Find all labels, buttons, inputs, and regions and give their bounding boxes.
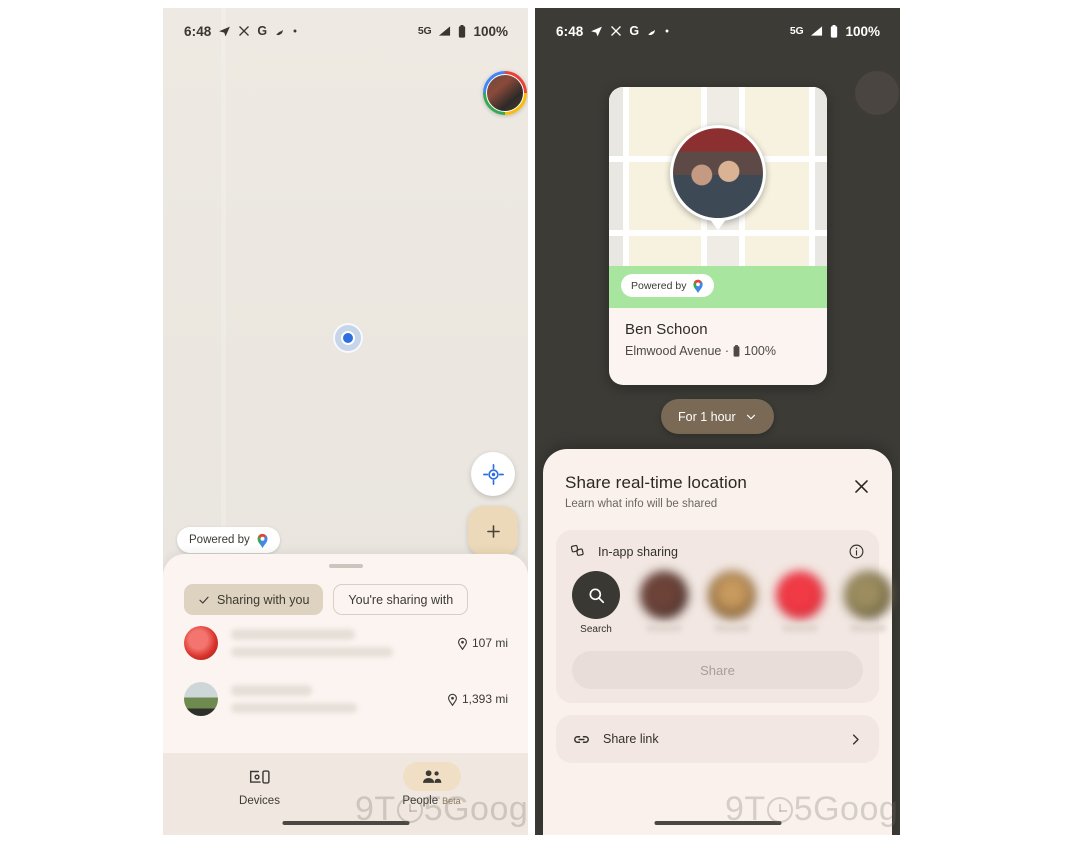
share-link-row[interactable]: Share link (556, 715, 879, 763)
in-app-sharing-card: In-app sharing Search Share (556, 530, 892, 703)
phone-left: 6:48 G 5G 100% Powered by Sharing with y… (163, 8, 528, 835)
person-battery-percent: 100% (744, 344, 776, 358)
list-item[interactable]: 1,393 mi (163, 671, 528, 727)
add-button[interactable] (468, 506, 518, 556)
powered-by-chip-right: Powered by (621, 274, 715, 297)
person-name: Ben Schoon (625, 321, 708, 338)
powered-by-chip-left: Powered by (177, 527, 280, 553)
duration-selector-chip[interactable]: For 1 hour (661, 399, 774, 434)
people-icon (421, 768, 443, 786)
list-item[interactable]: 107 mi (163, 615, 528, 671)
nav-item-devices[interactable]: Devices (217, 762, 303, 807)
close-icon (852, 477, 871, 496)
check-icon (198, 594, 210, 606)
mini-map-preview (609, 87, 827, 266)
share-location-sheet: Share real-time location Learn what info… (543, 449, 892, 835)
distance-value: 1,393 mi (461, 692, 508, 706)
list-item-text (231, 685, 434, 713)
gesture-bar-right (654, 821, 781, 825)
distance-badge: 107 mi (457, 636, 508, 650)
search-contact-item[interactable]: Search (572, 571, 620, 635)
nav-people-text: People (402, 795, 439, 807)
contact-item[interactable] (776, 571, 824, 635)
contact-avatar-row: Search (570, 571, 892, 635)
profile-avatar-dimmed (855, 71, 899, 115)
link-icon (572, 730, 591, 749)
person-street: Elmwood Avenue · (625, 344, 729, 358)
screenshot-root: 6:48 G 5G 100% Powered by Sharing with y… (0, 0, 1080, 843)
in-app-sharing-header: In-app sharing (570, 543, 865, 560)
plus-icon (484, 522, 503, 541)
avatar (184, 682, 218, 716)
avatar (844, 571, 892, 619)
powered-by-label: Powered by (631, 279, 687, 292)
info-icon[interactable] (848, 543, 865, 560)
location-preview-card: Powered by Ben Schoon Elmwood Avenue · 1… (609, 87, 827, 385)
list-item-name-redacted (231, 685, 313, 696)
search-label: Search (580, 624, 612, 635)
my-location-button[interactable] (471, 452, 515, 496)
avatar (184, 626, 218, 660)
battery-icon (733, 345, 740, 357)
sharing-filter-tabs: Sharing with you You're sharing with (163, 568, 528, 615)
search-icon (587, 586, 606, 605)
list-item-subtitle-redacted (231, 647, 393, 657)
distance-badge: 1,393 mi (447, 692, 508, 706)
person-location-battery: Elmwood Avenue · 100% (625, 344, 811, 358)
close-button[interactable] (848, 473, 874, 499)
profile-avatar[interactable] (483, 71, 527, 115)
google-maps-pin-icon (256, 532, 269, 548)
powered-by-label: Powered by (189, 534, 250, 546)
chevron-down-icon (745, 411, 757, 423)
distance-value: 107 mi (471, 636, 508, 650)
apps-grid-icon (570, 543, 587, 560)
nav-label-devices: Devices (239, 795, 280, 807)
nav-label-people: People Beta (402, 795, 460, 807)
contact-name-redacted (714, 624, 750, 632)
search-icon-circle (572, 571, 620, 619)
gesture-bar-left (282, 821, 409, 825)
user-map-pin (670, 124, 766, 221)
contact-item[interactable] (844, 571, 892, 635)
tab-sharing-with-you[interactable]: Sharing with you (184, 584, 324, 615)
contact-name-redacted (782, 624, 818, 632)
contact-item[interactable] (708, 571, 756, 635)
list-item-name-redacted (231, 629, 355, 640)
contact-item[interactable] (640, 571, 688, 635)
beta-badge: Beta (442, 796, 461, 806)
google-maps-pin-icon (692, 278, 704, 293)
devices-icon (249, 768, 271, 786)
nav-pill-people (402, 762, 461, 791)
nav-devices-text: Devices (239, 795, 280, 807)
tab-youre-sharing-with-label: You're sharing with (348, 592, 454, 607)
list-item-text (231, 629, 444, 657)
my-location-dot (333, 323, 363, 353)
tab-youre-sharing-with[interactable]: You're sharing with (333, 584, 469, 615)
avatar-image (486, 74, 524, 112)
powered-by-band: Powered by (609, 266, 827, 308)
location-pin-icon (457, 637, 468, 650)
pin-avatar-image (673, 127, 763, 218)
share-sheet-title: Share real-time location (565, 473, 747, 492)
location-pin-icon (447, 693, 458, 706)
in-app-sharing-title: In-app sharing (598, 544, 678, 559)
phone-right: 6:48 G 5G 100% Powered by Ben Schoon Elm… (535, 8, 900, 835)
contact-name-redacted (646, 624, 682, 632)
contact-name-redacted (850, 624, 886, 632)
tab-sharing-with-you-label: Sharing with you (217, 592, 310, 607)
avatar (640, 571, 688, 619)
share-sheet-header: Share real-time location Learn what info… (543, 449, 892, 510)
avatar (708, 571, 756, 619)
nav-item-people[interactable]: People Beta (389, 762, 475, 807)
share-sheet-subtitle: Learn what info will be shared (565, 498, 718, 510)
chevron-right-icon (848, 732, 863, 747)
nav-pill-devices (231, 762, 289, 791)
duration-label: For 1 hour (678, 409, 736, 424)
my-location-crosshair-icon (482, 463, 504, 485)
list-item-subtitle-redacted (231, 703, 357, 713)
share-link-label: Share link (603, 732, 659, 746)
share-button[interactable]: Share (572, 651, 863, 689)
avatar (776, 571, 824, 619)
location-card-info: Ben Schoon Elmwood Avenue · 100% (609, 308, 827, 358)
